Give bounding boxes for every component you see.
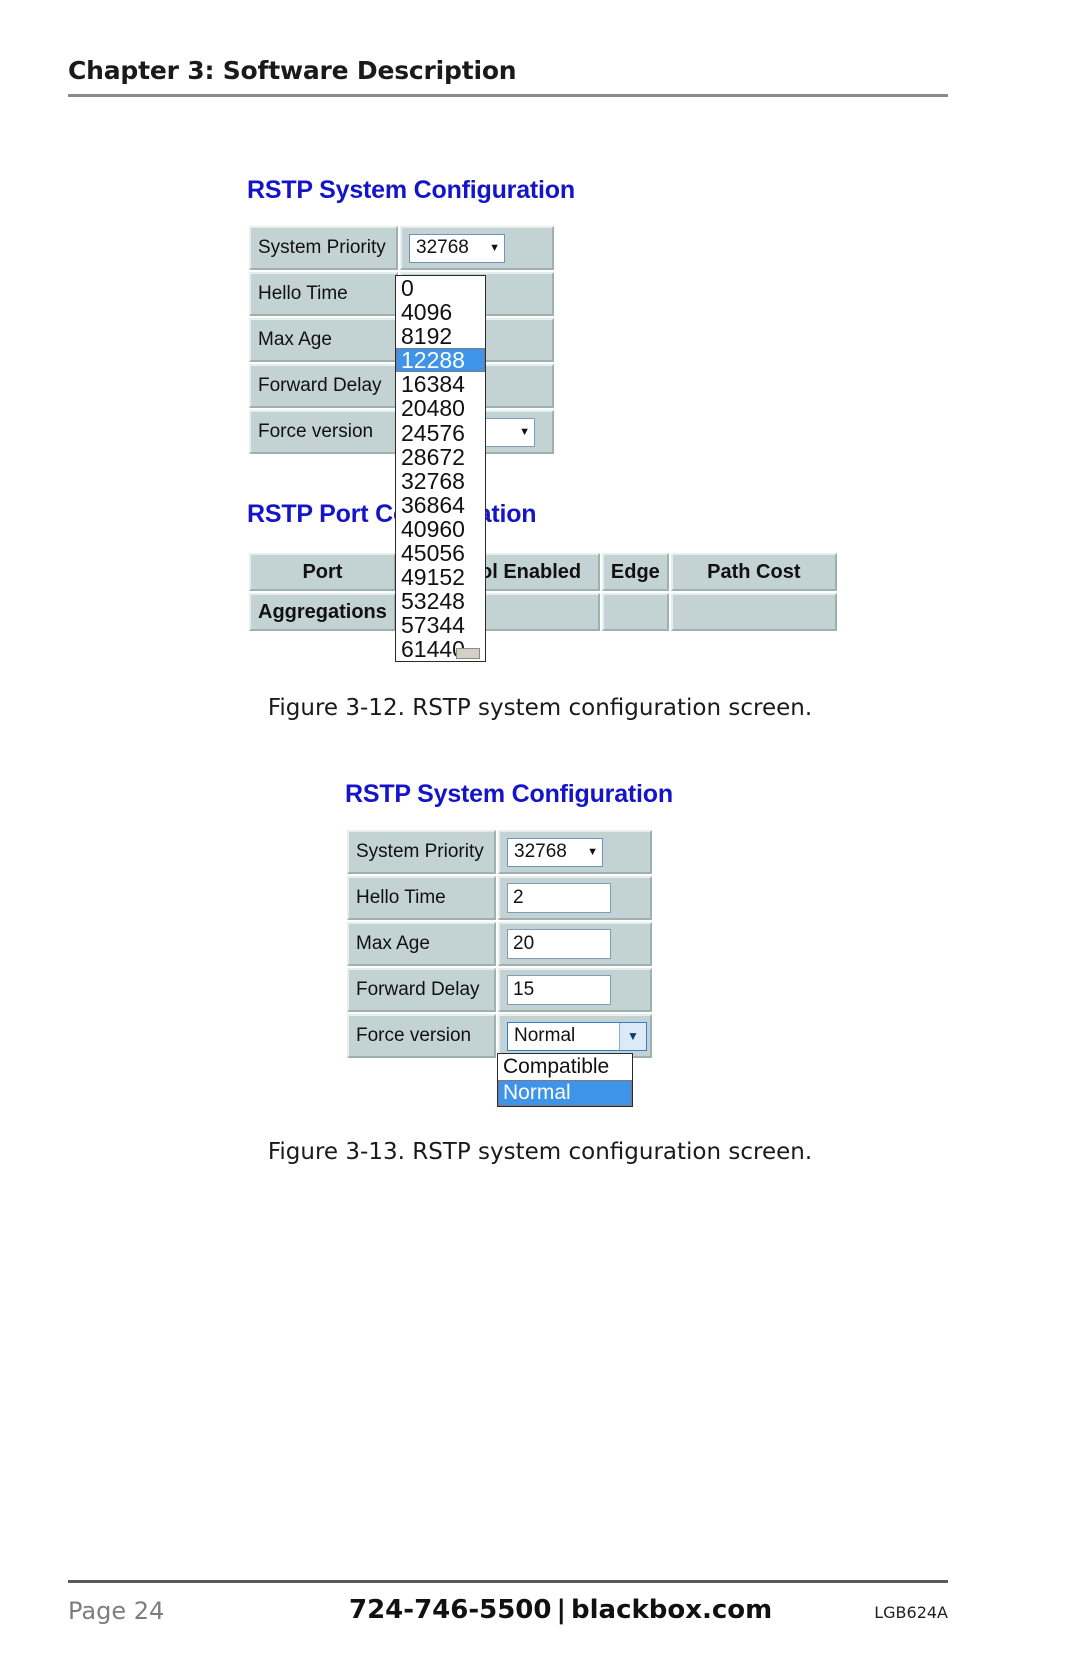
label-hello-time: Hello Time bbox=[249, 272, 398, 316]
footer-model-number: LGB624A bbox=[874, 1603, 948, 1622]
dropdown-option[interactable]: 36864 bbox=[396, 493, 485, 517]
dropdown-option[interactable]: 8192 bbox=[396, 324, 485, 348]
rstp-port-config-table: Port Protocol Enabled Edge Path Cost Agg… bbox=[247, 551, 839, 633]
config-row-force-version: Force version Normal ▼ bbox=[347, 1014, 652, 1058]
system-priority-select-2[interactable]: 32768 ▼ bbox=[507, 837, 603, 867]
forward-delay-input[interactable]: 15 bbox=[507, 975, 611, 1005]
config-row-hello-time: Hello Time 2 bbox=[347, 876, 652, 920]
dropdown-scroll-nub[interactable] bbox=[456, 648, 480, 659]
screen-title-rstp-system-configuration-2: RSTP System Configuration bbox=[345, 780, 673, 808]
force-version-select-2[interactable]: Normal ▼ bbox=[507, 1021, 647, 1051]
cell-path-cost[interactable] bbox=[670, 593, 837, 631]
label-hello-time: Hello Time bbox=[347, 876, 496, 920]
dropdown-option[interactable]: 49152 bbox=[396, 565, 485, 589]
chapter-title: Chapter 3: Software Description bbox=[68, 56, 517, 85]
label-max-age: Max Age bbox=[249, 318, 398, 362]
system-priority-select-value: 32768 bbox=[514, 841, 567, 862]
table-header-row: Port Protocol Enabled Edge Path Cost bbox=[249, 553, 837, 591]
label-force-version: Force version bbox=[347, 1014, 496, 1058]
label-system-priority: System Priority bbox=[249, 226, 398, 270]
table-row: Aggregations bbox=[249, 593, 837, 631]
system-priority-select-value: 32768 bbox=[416, 237, 469, 258]
chevron-down-icon: ▼ bbox=[587, 845, 598, 858]
hello-time-input[interactable]: 2 bbox=[507, 883, 611, 913]
field-system-priority: 32768 ▼ bbox=[400, 226, 554, 270]
dropdown-option[interactable]: 0 bbox=[396, 276, 485, 300]
footer-phone: 724-746-5500 bbox=[349, 1595, 552, 1625]
label-max-age: Max Age bbox=[347, 922, 496, 966]
label-forward-delay: Forward Delay bbox=[249, 364, 398, 408]
column-header-edge: Edge bbox=[601, 553, 669, 591]
field-system-priority: 32768 ▼ bbox=[498, 830, 652, 874]
column-header-path-cost: Path Cost bbox=[670, 553, 837, 591]
config-row-max-age: Max Age 20 bbox=[347, 922, 652, 966]
dropdown-option[interactable]: 53248 bbox=[396, 589, 485, 613]
column-header-port: Port bbox=[249, 553, 396, 591]
field-max-age: 20 bbox=[498, 922, 652, 966]
config-row-system-priority: System Priority 32768 ▼ bbox=[347, 830, 652, 874]
field-force-version: Normal ▼ bbox=[498, 1014, 652, 1058]
screen-title-rstp-system-configuration: RSTP System Configuration bbox=[247, 176, 575, 204]
figure-caption-3-12: Figure 3-12. RSTP system configuration s… bbox=[267, 695, 813, 721]
field-forward-delay: 15 bbox=[498, 968, 652, 1012]
label-force-version: Force version bbox=[249, 410, 398, 454]
footer-website: blackbox.com bbox=[571, 1595, 773, 1625]
system-priority-dropdown-list[interactable]: 0 4096 8192 12288 16384 20480 24576 2867… bbox=[395, 275, 486, 662]
dropdown-option-selected[interactable]: Normal bbox=[498, 1080, 632, 1106]
rstp-system-configuration-screenshot-2: RSTP System Configuration System Priorit… bbox=[345, 780, 673, 1060]
config-row-forward-delay: Forward Delay 15 bbox=[347, 968, 652, 1012]
dropdown-option-selected[interactable]: 12288 bbox=[396, 348, 485, 372]
dropdown-option[interactable]: 45056 bbox=[396, 541, 485, 565]
system-priority-select[interactable]: 32768 ▼ bbox=[409, 233, 505, 263]
footer-contact: 724-746-5500 | blackbox.com bbox=[349, 1595, 772, 1625]
footer-page-number: Page 24 bbox=[68, 1597, 165, 1625]
rstp-system-configuration-screenshot-1: RSTP System Configuration System Priorit… bbox=[247, 176, 839, 633]
force-version-select-value: Normal bbox=[514, 1025, 576, 1046]
dropdown-option[interactable]: 57344 bbox=[396, 613, 485, 637]
footer-separator: | bbox=[556, 1595, 567, 1625]
cell-edge[interactable] bbox=[601, 593, 669, 631]
footer-divider bbox=[68, 1580, 948, 1583]
dropdown-option[interactable]: Compatible bbox=[498, 1054, 632, 1080]
chevron-down-icon: ▼ bbox=[619, 1022, 646, 1050]
label-forward-delay: Forward Delay bbox=[347, 968, 496, 1012]
config-row-system-priority: System Priority 32768 ▼ bbox=[249, 226, 554, 270]
figure-caption-3-13: Figure 3-13. RSTP system configuration s… bbox=[267, 1139, 813, 1165]
rstp-system-config-table-2: System Priority 32768 ▼ Hello Time 2 Max… bbox=[345, 828, 654, 1060]
force-version-dropdown-list[interactable]: Compatible Normal bbox=[497, 1053, 633, 1107]
max-age-input[interactable]: 20 bbox=[507, 929, 611, 959]
dropdown-option[interactable]: 40960 bbox=[396, 517, 485, 541]
page-footer: Page 24 724-746-5500 | blackbox.com LGB624… bbox=[68, 1580, 948, 1635]
dropdown-option[interactable]: 32768 bbox=[396, 469, 485, 493]
dropdown-option[interactable]: 16384 bbox=[396, 372, 485, 396]
dropdown-option[interactable]: 28672 bbox=[396, 445, 485, 469]
field-hello-time: 2 bbox=[498, 876, 652, 920]
chevron-down-icon: ▼ bbox=[489, 241, 500, 254]
cell-aggregations: Aggregations bbox=[249, 593, 396, 631]
chevron-down-icon: ▼ bbox=[519, 425, 530, 438]
page-header: Chapter 3: Software Description bbox=[68, 56, 948, 97]
label-system-priority: System Priority bbox=[347, 830, 496, 874]
screen-title-rstp-port-configuration: RSTP Port Configuration bbox=[247, 500, 537, 528]
dropdown-option[interactable]: 4096 bbox=[396, 300, 485, 324]
dropdown-option[interactable]: 20480 bbox=[396, 396, 485, 420]
dropdown-option[interactable]: 24576 bbox=[396, 420, 485, 444]
header-divider bbox=[68, 94, 948, 97]
